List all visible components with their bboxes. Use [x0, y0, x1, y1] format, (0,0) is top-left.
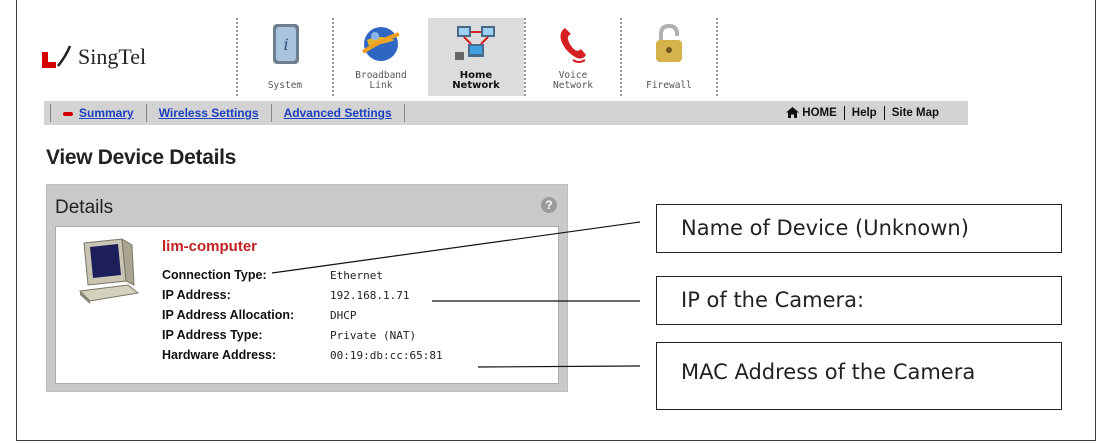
callout-device-name: Name of Device (Unknown) — [656, 204, 1062, 253]
device-name-leader-line — [271, 221, 641, 274]
callout-camera-mac: MAC Address of the Camera — [656, 342, 1062, 410]
mac-leader-line — [477, 365, 641, 368]
callout-camera-ip: IP of the Camera: — [656, 276, 1062, 325]
